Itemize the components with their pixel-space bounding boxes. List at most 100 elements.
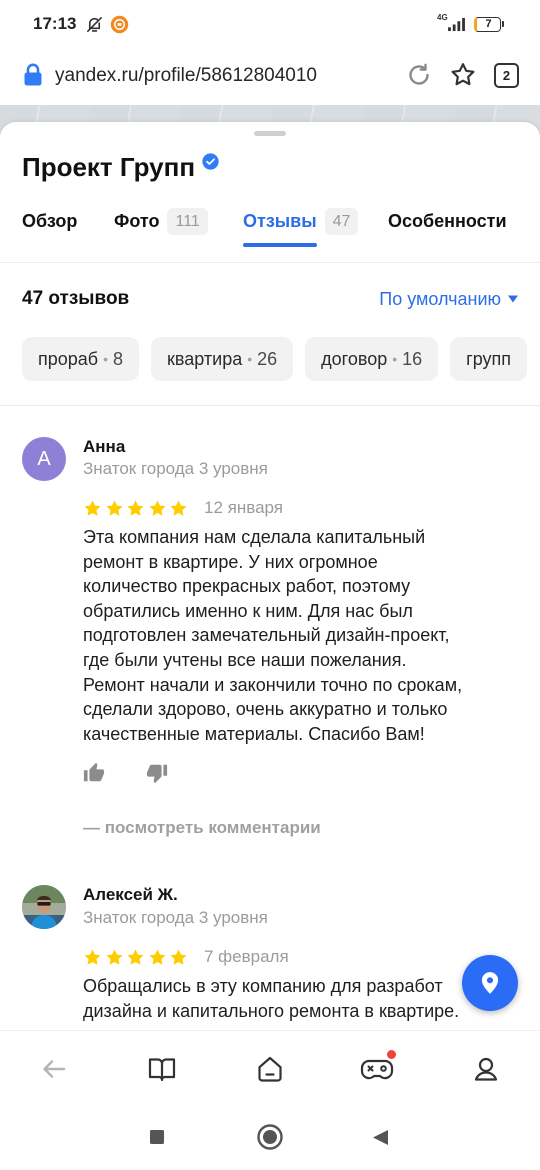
business-name: Проект Групп (22, 152, 196, 182)
chip-count: 26 (257, 348, 278, 369)
bookmark-star-icon[interactable] (448, 61, 478, 89)
author-level: Знаток города 3 уровня (83, 459, 268, 478)
back-triangle-icon[interactable] (372, 1129, 389, 1146)
chip-separator: • (103, 351, 109, 367)
review-text-line: сделали здорово, очень аккуратно и тольк… (83, 699, 448, 720)
browser-bottom-toolbar (0, 1030, 540, 1105)
tab-count-badge: 47 (324, 207, 359, 235)
chip-label: прораб (38, 348, 99, 369)
rating-stars (83, 499, 188, 518)
review-author[interactable]: Алексей Ж. (83, 884, 178, 906)
business-header: Проект Групп (22, 150, 219, 184)
status-bar: 17:13 4G 7 (0, 0, 540, 50)
chip-apartment[interactable]: квартира • 26 (151, 337, 294, 381)
view-comments-link[interactable]: — посмотреть комментарии (83, 817, 321, 839)
thumbs-down-icon[interactable] (146, 762, 168, 784)
tab-label-wrap: Фото (114, 207, 159, 235)
chip-group[interactable]: групп (450, 337, 528, 381)
chip-separator: • (392, 351, 398, 367)
reviews-count: 47 отзывов (22, 288, 130, 309)
battery-icon: 7 (474, 17, 501, 32)
review-text-line: количество прекрасных работ, поэтому (83, 576, 411, 597)
tab-label: Отзывы (243, 211, 317, 231)
tab-overview[interactable]: Обзор (22, 207, 77, 235)
book-icon[interactable] (147, 1054, 177, 1084)
url-text[interactable]: yandex.ru/profile/58612804010 (55, 63, 317, 89)
map-pin-icon (481, 972, 499, 994)
chip-label: групп (466, 348, 512, 369)
sort-dropdown[interactable]: По умолчанию (379, 286, 518, 312)
tab-label-wrap: Обзор (22, 207, 77, 235)
review-text-line: дизайна и капитального ремонта в квартир… (83, 1000, 460, 1021)
tab-features[interactable]: Особенности (388, 207, 507, 235)
verified-badge-icon (202, 153, 219, 170)
review-text-line: Эта компания нам сделала капитальный (83, 527, 426, 547)
review-text-line: подготовлен замечательный дизайн-проект, (83, 625, 450, 646)
avatar[interactable]: А (22, 437, 66, 481)
tab-reviews[interactable]: Отзывы 47 (243, 207, 359, 247)
tab-label: Фото (114, 211, 160, 231)
tab-label-wrap: Особенности (388, 207, 507, 235)
review-text: Обращались в эту компанию для разработ д… (83, 974, 459, 1023)
star-icon (170, 949, 187, 965)
tab-active-indicator (243, 243, 317, 247)
chip-foreman[interactable]: прораб • 8 (22, 337, 140, 381)
lock-icon (24, 63, 42, 86)
review-text-line: обратились именно к ним. Для нас был (83, 600, 413, 621)
tab-label: Обзор (22, 211, 78, 231)
tab-label-wrap: Отзывы (243, 207, 317, 247)
battery-nub (502, 21, 504, 27)
chip-separator: • (247, 351, 253, 367)
reload-icon[interactable] (405, 61, 433, 89)
star-icon (106, 500, 122, 516)
chip-label: договор (321, 348, 388, 369)
tab-label: Особенности (388, 211, 507, 231)
user-photo (22, 885, 66, 929)
notification-dot (387, 1050, 396, 1059)
review-text-line: Ремонт начали и закончили точно по срока… (83, 674, 463, 695)
sort-label: По умолчанию (379, 289, 501, 309)
star-icon (127, 500, 144, 516)
review-date: 7 февраля (204, 947, 289, 966)
recents-square-icon[interactable] (150, 1130, 164, 1144)
star-icon (127, 949, 144, 965)
profile-icon[interactable] (471, 1054, 501, 1084)
notifications-off-icon (87, 17, 102, 32)
rating-stars (83, 948, 188, 967)
status-time: 17:13 (33, 14, 77, 33)
star-icon (149, 949, 165, 965)
star-icon (170, 500, 187, 516)
map-pin-button[interactable] (462, 955, 518, 1011)
chip-label: квартира (167, 348, 243, 369)
chevron-down-icon (508, 295, 518, 303)
review-author[interactable]: Анна (83, 436, 125, 458)
android-navigation-bar (0, 1105, 540, 1170)
review-filter-chips: прораб • 8 квартира • 26 договор • 16 гр… (0, 337, 540, 381)
review-text: Эта компания нам сделала капитальный рем… (83, 525, 462, 746)
home-circle-icon[interactable] (257, 1124, 283, 1150)
tab-count-button[interactable]: 2 (494, 63, 519, 88)
back-arrow-icon[interactable] (39, 1054, 69, 1084)
divider (0, 262, 540, 263)
author-level: Знаток города 3 уровня (83, 908, 268, 927)
home-icon[interactable] (255, 1054, 285, 1084)
tab-count-badge: 111 (167, 207, 208, 235)
review-text-line: Обращались в эту компанию для разработ (83, 976, 443, 996)
star-icon (84, 949, 101, 965)
avatar[interactable] (22, 885, 66, 929)
star-icon (84, 500, 101, 516)
review-text-line: ремонт в квартире. У них огромное (83, 551, 378, 572)
divider (0, 405, 540, 406)
chip-contract[interactable]: договор • 16 (305, 337, 439, 381)
signal-icon (448, 17, 465, 32)
review-text-line: где были учтены все наши пожелания. (83, 649, 407, 670)
app-notification-icon (110, 15, 129, 34)
star-icon (149, 500, 165, 516)
star-icon (106, 949, 122, 965)
sheet-drag-handle[interactable] (254, 131, 286, 136)
chip-count: 8 (113, 348, 124, 369)
thumbs-up-icon[interactable] (83, 762, 105, 784)
review-text-line: качественные материалы. Спасибо Вам! (83, 723, 425, 744)
chip-count: 16 (402, 348, 423, 369)
tab-photos[interactable]: Фото 111 (114, 207, 208, 235)
